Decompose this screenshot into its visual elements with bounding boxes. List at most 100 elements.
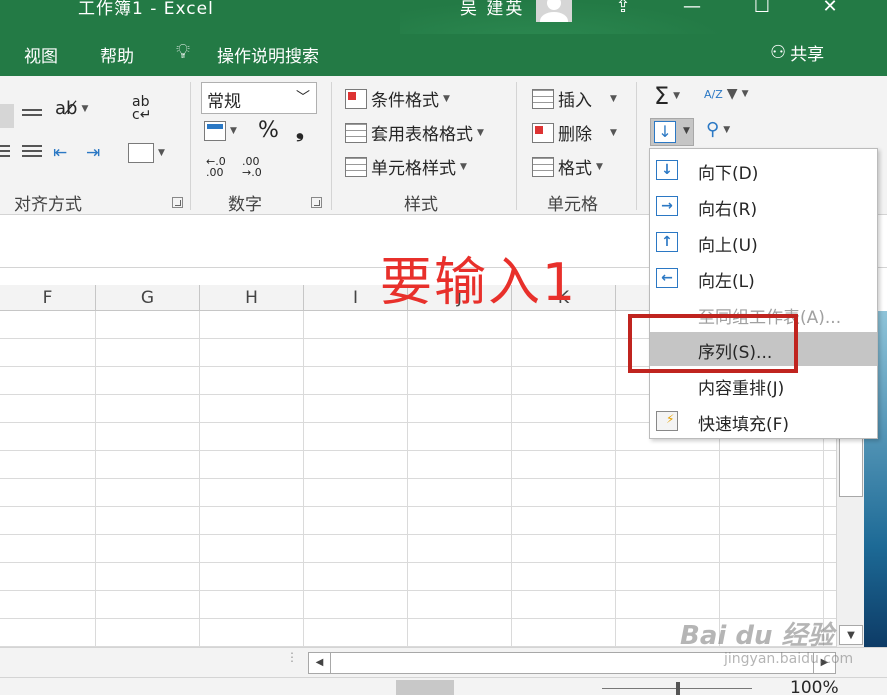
maximize-button[interactable]: ☐ [742,0,782,18]
wrap-text-button[interactable]: ab c↵ [132,95,151,122]
merge-center-button[interactable]: ▼ [128,143,165,163]
menu-item-fill-right[interactable]: → 向右(R) [650,189,877,223]
align-right-icon[interactable] [22,145,42,161]
delete-button[interactable]: 删除 ▼ [532,120,617,145]
format-button[interactable]: 格式 ▼ [532,154,603,179]
currency-icon [204,121,226,141]
conditional-format-label: 条件格式 [371,91,439,111]
ribbon-display-icon[interactable]: ⇪ [603,0,643,18]
format-label: 格式 [558,159,592,179]
avatar[interactable] [536,0,572,22]
fill-down-arrow-icon: ↓ [654,121,676,143]
scroll-left-icon[interactable]: ◀ [309,653,331,673]
window-title: 工作簿1 - Excel [78,0,214,19]
cell-styles-label: 单元格样式 [371,159,456,179]
accounting-format-button[interactable]: ▼ [204,121,237,141]
align-center-icon[interactable] [0,145,10,161]
conditional-format-button[interactable]: 条件格式 ▼ [345,86,450,111]
close-button[interactable]: ✕ [810,0,850,18]
menu-item-fill-left[interactable]: ← 向左(L) [650,261,877,295]
share-button[interactable]: ⚇ 共享 [770,40,824,65]
increase-decimal-icon: ←.0.00 [206,155,226,179]
watermark: Bai du 经验 jingyan.baidu.com [680,615,887,675]
menu-item-fill-down[interactable]: ↓ 向下(D) [650,153,877,187]
decrease-decimal-icon: .00 →.0 [242,155,262,179]
group-divider [331,82,332,210]
chevron-down-icon: ▼ [683,126,690,136]
comma-button[interactable]: ❟ [296,118,304,142]
zoom-level[interactable]: 100% [790,678,839,695]
status-bar: 100% [0,677,887,695]
menu-item-flash-fill[interactable]: 快速填充(F) [650,404,877,438]
insert-button[interactable]: 插入 ▼ [532,86,617,111]
autosum-button[interactable]: Σ ▼ [654,82,680,110]
column-header-H[interactable]: H [200,285,304,311]
table-icon [345,122,367,143]
chevron-down-icon: ▼ [81,103,89,114]
normal-view-icon[interactable] [396,680,454,695]
dialog-launcher-icon[interactable] [311,197,322,208]
percent-button[interactable]: % [258,118,279,143]
page-break-view-icon[interactable] [516,680,574,695]
menu-item-label: 快速填充(F) [698,415,790,435]
chevron-down-icon: ▼ [673,91,681,101]
column-header-F[interactable]: F [0,285,96,311]
chevron-down-icon: ▼ [443,93,450,104]
arrow-right-icon: → [656,196,678,216]
chevron-down-icon: ▼ [610,127,617,138]
decrease-decimal-button[interactable]: .00 →.0 [242,156,262,178]
menu-item-justify[interactable]: 内容重排(J) [650,368,877,402]
fill-menu: ↓ 向下(D) → 向右(R) ↑ 向上(U) ← 向左(L) 至同组工作表(A… [649,148,878,439]
minimize-button[interactable]: — [672,0,712,18]
column-header-G[interactable]: G [96,285,200,311]
tab-view[interactable]: 视图 [24,42,58,67]
watermark-url: jingyan.baidu.com [724,651,854,667]
increase-decimal-button[interactable]: ←.0.00 [206,156,226,178]
merge-icon [128,143,154,163]
group-label-cells: 单元格 [547,195,598,215]
vertical-scroll-thumb[interactable] [839,431,863,497]
format-as-table-label: 套用表格格式 [371,125,473,145]
page-layout-view-icon[interactable] [456,680,514,695]
sigma-icon: Σ [654,82,670,110]
sort-filter-button[interactable]: A/Z ▼ ▼ [704,86,748,102]
tab-help[interactable]: 帮助 [100,42,134,67]
title-bar: 工作簿1 - Excel 吴 建英 ⇪ — ☐ ✕ [0,0,887,76]
orientation-icon: ab̸ [55,98,78,119]
increase-indent-icon[interactable]: ⇥ [86,143,100,163]
decrease-indent-icon[interactable]: ⇤ [53,143,67,163]
menu-item-label: 向上(U) [698,236,758,256]
align-middle-icon[interactable] [22,109,42,125]
number-format-select[interactable]: 常规 ﹀ [201,82,317,114]
group-divider [636,82,637,210]
menu-item-fill-up[interactable]: ↑ 向上(U) [650,225,877,259]
fill-button[interactable]: ↓ ▼ [650,118,694,146]
format-as-table-button[interactable]: 套用表格格式 ▼ [345,120,484,145]
person-add-icon: ⚇ [770,42,787,63]
arrow-up-icon: ↑ [656,232,678,252]
splitter-handle[interactable]: ⋮ [286,651,298,663]
share-label: 共享 [790,45,825,65]
arrow-left-icon: ← [656,268,678,288]
highlight-box [628,314,798,373]
chevron-down-icon: ▼ [723,124,731,135]
tell-me-search[interactable]: 操作说明搜索 [217,42,319,67]
flash-fill-icon [656,411,678,431]
cell-styles-icon [345,156,367,177]
align-left-icon[interactable] [0,104,14,128]
group-label-styles: 样式 [404,195,438,215]
find-select-button[interactable]: ⚲ ▼ [706,119,730,140]
ribbon-tabs: 视图 帮助 💡︎ 操作说明搜索 ⚇ 共享 [0,34,887,76]
chevron-down-icon: ▼ [477,127,484,138]
cell-styles-button[interactable]: 单元格样式 ▼ [345,154,467,179]
user-name[interactable]: 吴 建英 [460,0,524,19]
group-label-alignment: 对齐方式 [14,195,82,215]
dialog-launcher-icon[interactable] [172,197,183,208]
group-label-number: 数字 [228,195,262,215]
zoom-slider-thumb[interactable] [676,682,680,695]
orientation-button[interactable]: ab̸ ▼ [55,98,88,119]
menu-item-label: 向左(L) [698,272,755,292]
menu-item-label: 向右(R) [698,200,758,220]
chevron-down-icon: ▼ [230,126,237,136]
sort-filter-icon: A/Z [704,87,723,101]
